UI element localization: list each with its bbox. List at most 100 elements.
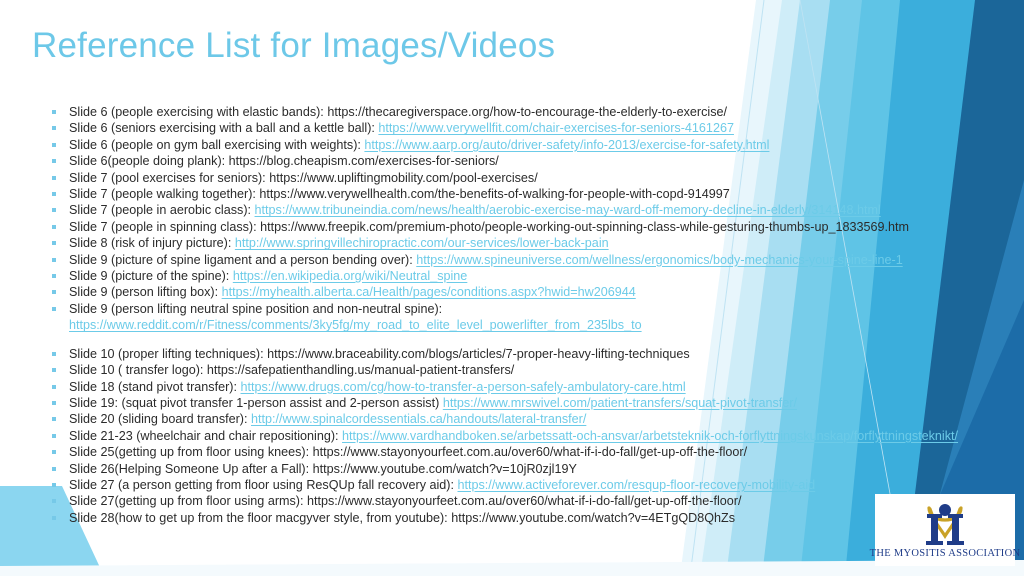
- bullet-icon: [52, 126, 56, 131]
- bullet-icon: [52, 208, 56, 213]
- reference-url[interactable]: https://www.tribuneindia.com/news/health…: [255, 203, 881, 217]
- bullet-icon: [52, 515, 56, 520]
- bullet-icon: [52, 400, 56, 405]
- bullet-icon: [52, 274, 56, 279]
- reference-label: Slide 9 (picture of spine ligament and a…: [69, 252, 417, 267]
- bullet-icon: [52, 142, 56, 147]
- reference-label: Slide 25(getting up from floor using kne…: [69, 445, 313, 460]
- list-item: Slide 8 (risk of injury picture): http:/…: [42, 235, 1022, 251]
- reference-url[interactable]: https://www.aarp.org/auto/driver-safety/…: [364, 138, 769, 152]
- reference-label: Slide 7 (people in aerobic class):: [69, 203, 255, 218]
- bullet-icon: [52, 384, 56, 389]
- list-item: Slide 7 (pool exercises for seniors): ht…: [42, 170, 1022, 186]
- reference-label: Slide 9 (person lifting neutral spine po…: [69, 301, 443, 316]
- reference-url[interactable]: http://www.spinalcordessentials.ca/hando…: [251, 412, 586, 426]
- myositis-association-logo: The Myositis Association: [870, 494, 1020, 566]
- reference-url: https://www.verywellhealth.com/the-benef…: [259, 187, 730, 202]
- bullet-icon: [52, 466, 56, 471]
- reference-label: Slide 6 (people on gym ball exercising w…: [69, 137, 365, 152]
- reference-group-top: Slide 6 (people exercising with elastic …: [42, 104, 1022, 301]
- reference-url: https://www.freepik.com/premium-photo/pe…: [260, 219, 910, 234]
- reference-label: Slide 20 (sliding board transfer):: [69, 412, 252, 427]
- list-item: Slide 9 (person lifting neutral spine po…: [42, 301, 1022, 334]
- page-title: Reference List for Images/Videos: [32, 26, 556, 65]
- bullet-icon: [52, 290, 56, 295]
- reference-url: https://www.stayonyourfeet.com.au/over60…: [307, 494, 742, 509]
- reference-url[interactable]: https://www.mrswivel.com/patient-transfe…: [443, 396, 797, 410]
- list-item: Slide 19: (squat pivot transfer 1-person…: [42, 395, 1022, 411]
- reference-url: https://www.youtube.com/watch?v=10jR0zjl…: [312, 461, 577, 476]
- list-item: Slide 7 (people walking together): https…: [42, 186, 1022, 202]
- bullet-icon: [52, 450, 56, 455]
- bullet-icon: [52, 192, 56, 197]
- bullet-icon: [52, 257, 56, 262]
- list-item: Slide 6 (people exercising with elastic …: [42, 104, 1022, 120]
- reference-label: Slide 9 (picture of the spine):: [69, 269, 233, 284]
- reference-url[interactable]: https://www.vardhandboken.se/arbetssatt-…: [342, 429, 958, 443]
- list-item: Slide 20 (sliding board transfer): http:…: [42, 411, 1022, 427]
- reference-label: Slide 6 (seniors exercising with a ball …: [69, 121, 379, 136]
- reference-url: https://blog.cheapism.com/exercises-for-…: [228, 154, 499, 169]
- list-item: Slide 6(people doing plank): https://blo…: [42, 153, 1022, 169]
- reference-url[interactable]: https://www.activeforever.com/resqup-flo…: [458, 478, 816, 492]
- reference-url: https://www.braceability.com/blogs/artic…: [267, 346, 690, 361]
- reference-label: Slide 21-23 (wheelchair and chair reposi…: [69, 428, 343, 443]
- reference-url[interactable]: https://www.reddit.com/r/Fitness/comment…: [69, 317, 1022, 333]
- reference-list: Slide 6 (people exercising with elastic …: [42, 104, 1022, 526]
- bullet-icon: [52, 351, 56, 356]
- reference-url[interactable]: https://en.wikipedia.org/wiki/Neutral_sp…: [233, 269, 468, 283]
- reference-label: Slide 10 ( transfer logo):: [69, 363, 207, 378]
- slide: Reference List for Images/Videos Slide 6…: [0, 0, 1024, 576]
- bullet-icon: [52, 224, 56, 229]
- bullet-icon: [52, 499, 56, 504]
- bullet-icon: [52, 175, 56, 180]
- list-item: Slide 25(getting up from floor using kne…: [42, 444, 1022, 460]
- reference-url: https://www.upliftingmobility.com/pool-e…: [269, 170, 538, 185]
- reference-url[interactable]: https://www.verywellfit.com/chair-exerci…: [378, 121, 734, 135]
- list-item: Slide 10 ( transfer logo): https://safep…: [42, 362, 1022, 378]
- reference-label: Slide 26(Helping Someone Up after a Fall…: [69, 461, 313, 476]
- bullet-icon: [52, 433, 56, 438]
- reference-label: Slide 6 (people exercising with elastic …: [69, 105, 328, 119]
- reference-label: Slide 8 (risk of injury picture):: [69, 236, 235, 251]
- reference-label: Slide 7 (pool exercises for seniors):: [69, 170, 270, 185]
- list-item: Slide 27 (a person getting from floor us…: [42, 477, 1022, 493]
- reference-label: Slide 19: (squat pivot transfer 1-person…: [69, 395, 443, 410]
- list-item: Slide 9 (picture of spine ligament and a…: [42, 252, 1022, 268]
- list-item: Slide 6 (seniors exercising with a ball …: [42, 120, 1022, 136]
- reference-url: https://www.stayonyourfeet.com.au/over60…: [312, 445, 748, 460]
- list-item: Slide 6 (people on gym ball exercising w…: [42, 137, 1022, 153]
- reference-url[interactable]: https://www.spineuniverse.com/wellness/e…: [416, 253, 902, 267]
- reference-url[interactable]: http://www.springvillechiropractic.com/o…: [235, 236, 609, 250]
- bullet-icon: [52, 306, 56, 311]
- reference-url: https://thecaregiverspace.org/how-to-enc…: [327, 105, 728, 119]
- reference-url[interactable]: https://myhealth.alberta.ca/Health/pages…: [222, 285, 636, 299]
- reference-label: Slide 10 (proper lifting techniques):: [69, 346, 268, 361]
- list-item: Slide 10 (proper lifting techniques): ht…: [42, 346, 1022, 362]
- reference-label: Slide 28(how to get up from the floor ma…: [69, 510, 452, 525]
- reference-label: Slide 18 (stand pivot transfer):: [69, 379, 241, 394]
- bullet-icon: [52, 482, 56, 487]
- list-item: Slide 9 (picture of the spine): https://…: [42, 268, 1022, 284]
- reference-url[interactable]: https://www.drugs.com/cg/how-to-transfer…: [241, 380, 686, 394]
- logo-text: The Myositis Association: [869, 547, 1021, 559]
- list-item: Slide 7 (people in spinning class): http…: [42, 219, 1022, 235]
- list-item: Slide 21-23 (wheelchair and chair reposi…: [42, 428, 1022, 444]
- reference-label: Slide 9 (person lifting box):: [69, 285, 222, 300]
- reference-label: Slide 7 (people in spinning class):: [69, 219, 261, 234]
- reference-url: https://safepatienthandling.us/manual-pa…: [206, 363, 515, 378]
- list-item: Slide 18 (stand pivot transfer): https:/…: [42, 379, 1022, 395]
- myositis-logo-mark: [926, 503, 964, 545]
- reference-label: Slide 6(people doing plank):: [69, 154, 229, 169]
- list-item: Slide 26(Helping Someone Up after a Fall…: [42, 461, 1022, 477]
- reference-label: Slide 27(getting up from floor using arm…: [69, 494, 307, 509]
- list-item: Slide 9 (person lifting box): https://my…: [42, 284, 1022, 300]
- reference-label: Slide 7 (people walking together):: [69, 187, 260, 202]
- bullet-icon: [52, 417, 56, 422]
- reference-label: Slide 27 (a person getting from floor us…: [69, 477, 458, 492]
- bullet-icon: [52, 368, 56, 373]
- bullet-icon: [52, 159, 56, 164]
- bullet-icon: [52, 241, 56, 246]
- bullet-icon: [52, 110, 56, 114]
- list-item: Slide 7 (people in aerobic class): https…: [42, 202, 1022, 218]
